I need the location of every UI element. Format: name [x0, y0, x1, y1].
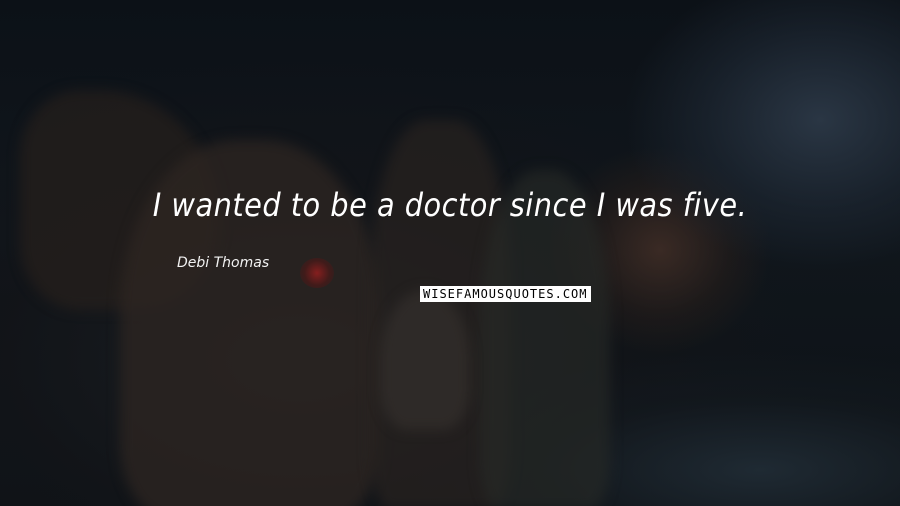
- helmet-visor-glow: [300, 258, 334, 288]
- background-figure-small: [380, 290, 470, 430]
- watermark-logo: WISEFAMOUSQUOTES.COM: [420, 286, 591, 302]
- quote-card: I wanted to be a doctor since I was five…: [0, 0, 900, 506]
- quote-author: Debi Thomas: [177, 255, 270, 271]
- quote-text: I wanted to be a doctor since I was five…: [152, 186, 748, 224]
